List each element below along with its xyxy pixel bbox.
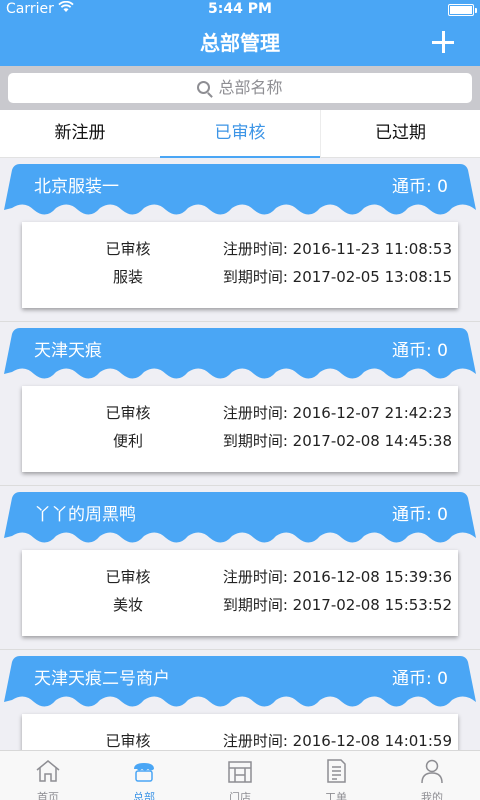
search-placeholder: 总部名称 bbox=[218, 78, 283, 97]
store-card[interactable]: 已审核 注册时间: 2016-12-08 14:01:59 天津天痕二号商户 通… bbox=[0, 650, 480, 750]
store-card-body: 已审核 注册时间: 2016-12-08 15:39:36 美妆 到期时间: 2… bbox=[22, 550, 458, 636]
page-title: 总部管理 bbox=[200, 31, 280, 55]
store-card[interactable]: 已审核 注册时间: 2016-11-23 11:08:53 服装 到期时间: 2… bbox=[0, 158, 480, 322]
status-tabs: 新注册 已审核 已过期 bbox=[0, 110, 480, 158]
store-card-body: 已审核 注册时间: 2016-11-23 11:08:53 服装 到期时间: 2… bbox=[22, 222, 458, 308]
expire-time: 到期时间: 2017-02-08 14:45:38 bbox=[222, 432, 452, 450]
register-time: 注册时间: 2016-11-23 11:08:53 bbox=[222, 240, 452, 258]
store-status: 已审核 bbox=[105, 568, 151, 586]
store-coins: 通币: 0 bbox=[392, 341, 448, 361]
store-category: 便利 bbox=[112, 432, 143, 450]
tabbar-item-work-orders[interactable]: 工单 bbox=[288, 751, 384, 800]
store-row: 美妆 到期时间: 2017-02-08 15:53:52 bbox=[22, 594, 458, 622]
battery-icon bbox=[448, 4, 477, 16]
store-name: 天津天痕 bbox=[34, 341, 102, 361]
store-card-body: 已审核 注册时间: 2016-12-07 21:42:23 便利 到期时间: 2… bbox=[22, 386, 458, 472]
store-status: 已审核 bbox=[105, 732, 151, 750]
register-time: 注册时间: 2016-12-07 21:42:23 bbox=[222, 404, 452, 422]
store-row: 便利 到期时间: 2017-02-08 14:45:38 bbox=[22, 430, 458, 458]
store-category: 美妆 bbox=[112, 596, 143, 614]
tabbar-label: 门店 bbox=[229, 791, 251, 800]
shop-front-icon bbox=[228, 761, 252, 783]
store-icon bbox=[134, 763, 154, 782]
store-category: 服装 bbox=[112, 268, 143, 286]
tab-expired[interactable]: 已过期 bbox=[320, 110, 480, 158]
register-time: 注册时间: 2016-12-08 14:01:59 bbox=[222, 732, 452, 750]
store-row: 已审核 注册时间: 2016-12-08 15:39:36 bbox=[22, 566, 458, 594]
home-icon bbox=[36, 760, 60, 782]
expire-time: 到期时间: 2017-02-05 13:08:15 bbox=[222, 268, 452, 286]
store-coins: 通币: 0 bbox=[392, 505, 448, 525]
bottom-tab-bar: 首页 总部 门店 工单 我的 bbox=[0, 750, 480, 800]
store-coins: 通币: 0 bbox=[392, 669, 448, 689]
register-time: 注册时间: 2016-12-08 15:39:36 bbox=[222, 568, 452, 586]
document-icon bbox=[327, 759, 346, 783]
status-time: 5:44 PM bbox=[208, 1, 272, 17]
expire-time: 到期时间: 2017-02-08 15:53:52 bbox=[222, 596, 452, 614]
tabbar-item-mine[interactable]: 我的 bbox=[384, 751, 480, 800]
search-icon bbox=[197, 81, 211, 94]
store-name: 天津天痕二号商户 bbox=[34, 669, 170, 689]
store-card[interactable]: 已审核 注册时间: 2016-12-08 15:39:36 美妆 到期时间: 2… bbox=[0, 486, 480, 650]
tab-new[interactable]: 新注册 bbox=[0, 110, 160, 158]
plus-icon[interactable] bbox=[428, 27, 458, 57]
tabbar-label: 工单 bbox=[325, 791, 347, 800]
store-name: 北京服装一 bbox=[34, 177, 119, 197]
tabbar-item-headquarters[interactable]: 总部 bbox=[96, 751, 192, 800]
store-row: 服装 到期时间: 2017-02-05 13:08:15 bbox=[22, 266, 458, 294]
status-bar: Carrier 5:44 PM bbox=[0, 0, 480, 20]
store-row: 已审核 注册时间: 2016-11-23 11:08:53 bbox=[22, 238, 458, 266]
store-coins: 通币: 0 bbox=[392, 177, 448, 197]
store-status: 已审核 bbox=[105, 404, 151, 422]
tabbar-label: 首页 bbox=[37, 791, 59, 800]
tabbar-label: 我的 bbox=[421, 791, 443, 800]
store-name: 丫丫的周黑鸭 bbox=[34, 505, 136, 525]
store-list[interactable]: 已审核 注册时间: 2016-11-23 11:08:53 服装 到期时间: 2… bbox=[0, 158, 480, 750]
store-card[interactable]: 已审核 注册时间: 2016-12-07 21:42:23 便利 到期时间: 2… bbox=[0, 322, 480, 486]
person-icon bbox=[421, 759, 443, 784]
navigation-bar: 总部管理 bbox=[0, 20, 480, 66]
tabbar-item-stores[interactable]: 门店 bbox=[192, 751, 288, 800]
tabbar-item-home[interactable]: 首页 bbox=[0, 751, 96, 800]
store-row: 已审核 注册时间: 2016-12-08 14:01:59 bbox=[22, 730, 458, 750]
tab-approved[interactable]: 已审核 bbox=[160, 110, 320, 158]
tabbar-label: 总部 bbox=[133, 791, 155, 800]
search-input[interactable]: 总部名称 bbox=[8, 73, 472, 103]
store-row: 已审核 注册时间: 2016-12-07 21:42:23 bbox=[22, 402, 458, 430]
store-status: 已审核 bbox=[105, 240, 151, 258]
search-bar: 总部名称 bbox=[0, 66, 480, 110]
